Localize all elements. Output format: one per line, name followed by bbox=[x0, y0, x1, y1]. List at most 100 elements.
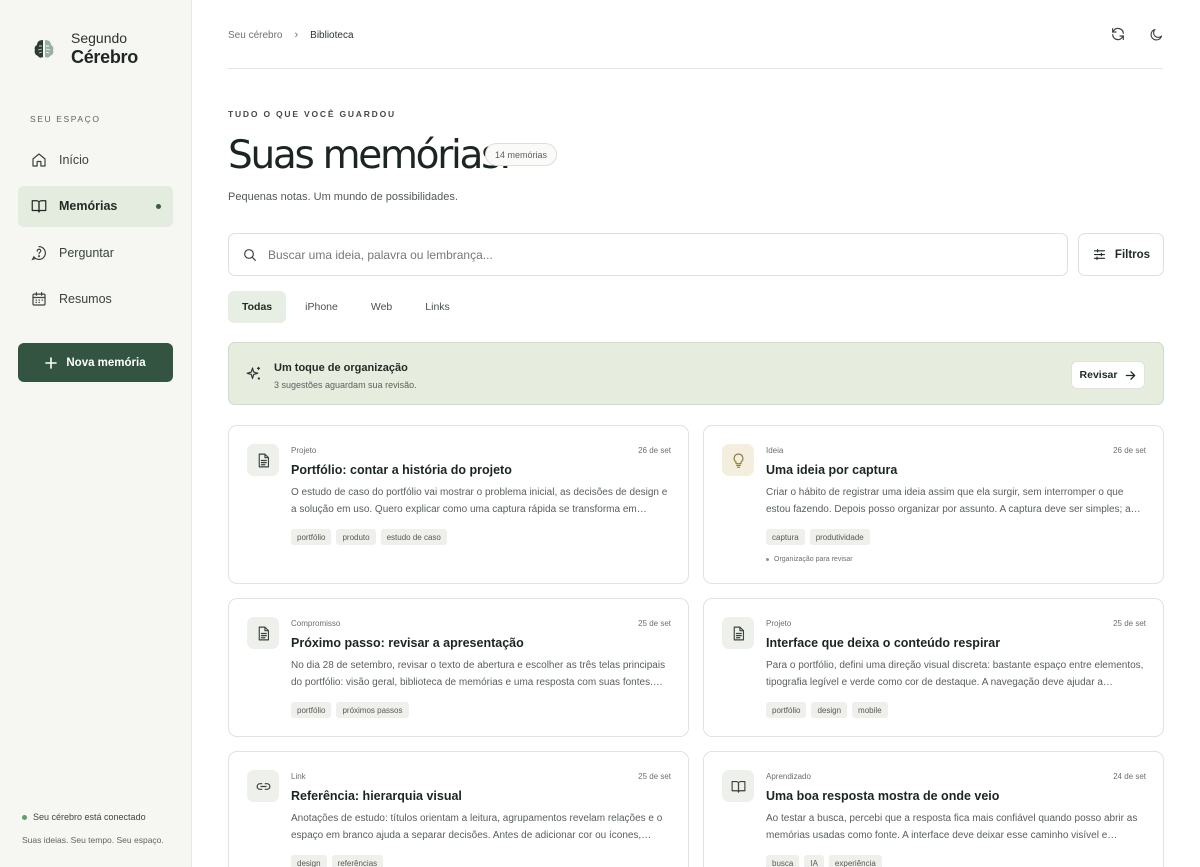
moon-icon bbox=[1150, 28, 1162, 40]
banner-title: Um toque de organização bbox=[274, 362, 408, 374]
tag[interactable]: próximos passos bbox=[336, 702, 409, 718]
status-dot bbox=[22, 814, 27, 820]
card-date: 26 de set bbox=[1113, 446, 1146, 455]
tag[interactable]: captura bbox=[766, 529, 805, 545]
breadcrumb: Seu cérebro › Biblioteca bbox=[228, 29, 354, 41]
memory-card[interactable]: Projeto 26 de set Portfólio: contar a hi… bbox=[228, 425, 689, 584]
page-title: Suas memórias. bbox=[228, 133, 512, 178]
sidebar: Segundo Cérebro SEU ESPAÇO Início Memóri… bbox=[0, 0, 192, 867]
card-note-text: Organização para revisar bbox=[774, 556, 853, 563]
card-tags: busca IA experiência bbox=[766, 855, 887, 867]
tag[interactable]: portfólio bbox=[291, 529, 332, 545]
card-tags: captura produtividade bbox=[766, 529, 875, 545]
document-icon bbox=[258, 626, 269, 640]
tag[interactable]: experiência bbox=[828, 855, 882, 867]
link-icon bbox=[256, 782, 270, 790]
calendar-icon bbox=[32, 292, 46, 306]
note-dot bbox=[766, 558, 769, 561]
card-tags: portfólio próximos passos bbox=[291, 702, 414, 718]
card-date: 25 de set bbox=[638, 772, 671, 781]
memory-count-badge: 14 memórias bbox=[485, 143, 558, 166]
tag[interactable]: produtividade bbox=[809, 529, 870, 545]
brand-line1: Segundo bbox=[71, 30, 128, 46]
filters-button[interactable]: Filtros bbox=[1078, 233, 1164, 276]
tab-web[interactable]: Web bbox=[357, 291, 406, 323]
card-category: Projeto bbox=[291, 446, 317, 455]
tag[interactable]: busca bbox=[766, 855, 800, 867]
sidebar-item-inicio[interactable]: Início bbox=[18, 139, 173, 180]
tag[interactable]: design bbox=[291, 855, 327, 867]
tag[interactable]: portfólio bbox=[291, 702, 332, 718]
card-body: Criar o hábito de registrar uma ideia as… bbox=[766, 487, 1141, 515]
refresh-button[interactable] bbox=[1108, 24, 1128, 44]
tag[interactable]: produto bbox=[336, 529, 376, 545]
header-actions bbox=[1090, 24, 1166, 44]
card-note: Organização para revisar bbox=[766, 556, 853, 563]
tab-todas[interactable]: Todas bbox=[228, 291, 287, 323]
new-memory-button[interactable]: Nova memória bbox=[18, 343, 173, 382]
card-body: Ao testar a busca, percebi que a respost… bbox=[766, 813, 1138, 841]
brain-logo-icon bbox=[34, 40, 54, 58]
breadcrumb-root[interactable]: Seu cérebro bbox=[228, 30, 282, 41]
plus-icon bbox=[45, 356, 58, 369]
card-body: O estudo de caso do portfólio vai mostra… bbox=[291, 487, 668, 515]
card-title: Referência: hierarquia visual bbox=[291, 789, 462, 803]
breadcrumb-current: Biblioteca bbox=[310, 29, 354, 41]
card-date: 25 de set bbox=[1113, 619, 1146, 628]
tag[interactable]: design bbox=[811, 702, 848, 718]
page-subtitle: Pequenas notas. Um mundo de possibilidad… bbox=[228, 191, 458, 203]
card-category: Ideia bbox=[766, 446, 784, 455]
card-icon bbox=[722, 617, 754, 649]
brand[interactable]: Segundo Cérebro bbox=[32, 30, 138, 68]
sidebar-nav: Início Memórias Perguntar Resumos bbox=[18, 139, 173, 325]
brand-line2: Cérebro bbox=[71, 47, 138, 67]
refresh-icon bbox=[1112, 27, 1124, 41]
card-category: Compromisso bbox=[291, 619, 341, 628]
sidebar-item-label: Resumos bbox=[59, 292, 112, 306]
memory-card[interactable]: Link 25 de set Referência: hierarquia vi… bbox=[228, 751, 689, 867]
tag[interactable]: referências bbox=[331, 855, 384, 867]
memory-card[interactable]: Aprendizado 24 de set Uma boa resposta m… bbox=[703, 751, 1164, 867]
tag[interactable]: IA bbox=[804, 855, 824, 867]
sidebar-item-label: Perguntar bbox=[59, 245, 114, 260]
card-body: No dia 28 de setembro, revisar o texto d… bbox=[291, 660, 666, 688]
card-icon bbox=[247, 617, 279, 649]
sidebar-item-perguntar[interactable]: Perguntar bbox=[18, 232, 173, 273]
source-tabs: Todas iPhone Web Links bbox=[228, 291, 469, 323]
connection-status-text: Seu cérebro está conectado bbox=[33, 812, 146, 822]
card-tags: design referências bbox=[291, 855, 388, 867]
card-body: Para o portfólio, defini uma direção vis… bbox=[766, 660, 1144, 688]
banner-subtitle: 3 sugestões aguardam sua revisão. bbox=[274, 380, 417, 390]
search-box[interactable] bbox=[228, 233, 1068, 276]
card-icon bbox=[722, 770, 754, 802]
card-date: 25 de set bbox=[638, 619, 671, 628]
sidebar-item-label: Início bbox=[59, 152, 89, 167]
tag[interactable]: estudo de caso bbox=[380, 529, 447, 545]
search-icon bbox=[244, 248, 256, 261]
review-button[interactable]: Revisar bbox=[1071, 361, 1145, 389]
question-icon bbox=[31, 245, 46, 260]
tag[interactable]: mobile bbox=[852, 702, 888, 718]
card-icon bbox=[247, 770, 279, 802]
sidebar-item-resumos[interactable]: Resumos bbox=[18, 279, 173, 320]
tab-links[interactable]: Links bbox=[411, 291, 464, 323]
active-indicator-dot bbox=[156, 203, 161, 209]
sidebar-section-label: SEU ESPAÇO bbox=[30, 114, 101, 124]
memory-card[interactable]: Ideia 26 de set Uma ideia por captura Cr… bbox=[703, 425, 1164, 584]
card-category: Link bbox=[291, 772, 306, 781]
card-category: Projeto bbox=[766, 619, 792, 628]
sidebar-item-memorias[interactable]: Memórias bbox=[18, 185, 173, 227]
memory-card[interactable]: Compromisso 25 de set Próximo passo: rev… bbox=[228, 598, 689, 737]
document-icon bbox=[733, 626, 744, 640]
theme-toggle-button[interactable] bbox=[1146, 24, 1166, 44]
search-input[interactable] bbox=[268, 247, 1028, 262]
tab-iphone[interactable]: iPhone bbox=[291, 291, 352, 323]
document-icon bbox=[258, 453, 269, 467]
memory-card[interactable]: Projeto 25 de set Interface que deixa o … bbox=[703, 598, 1164, 737]
card-tags: portfólio produto estudo de caso bbox=[291, 529, 452, 545]
tag[interactable]: portfólio bbox=[766, 702, 807, 718]
card-title: Uma boa resposta mostra de onde veio bbox=[766, 789, 1000, 803]
sliders-icon bbox=[1093, 248, 1105, 261]
book-icon bbox=[31, 200, 47, 213]
card-icon bbox=[247, 444, 279, 476]
